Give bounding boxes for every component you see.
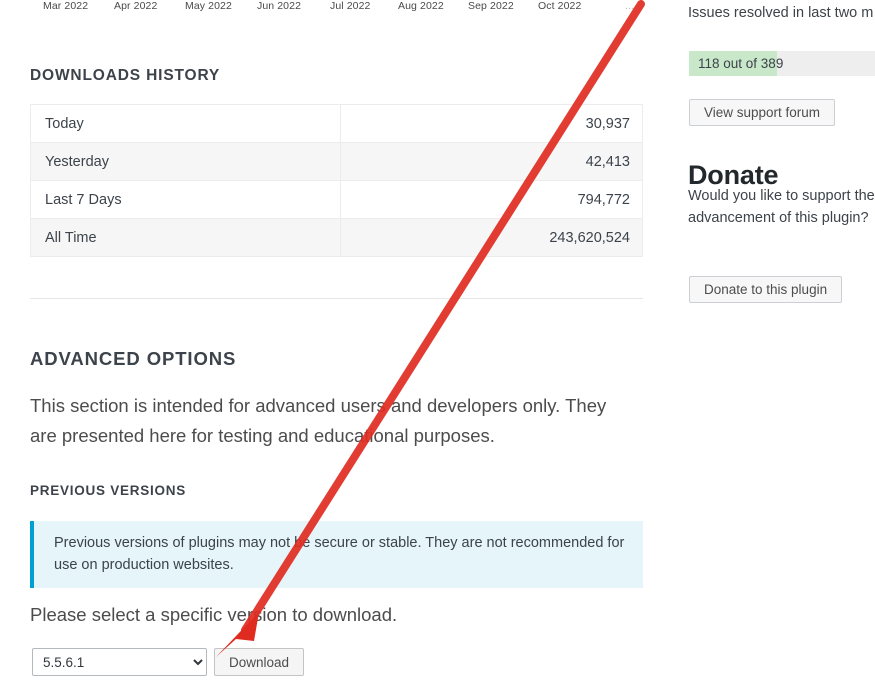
- previous-versions-heading: PREVIOUS VERSIONS: [30, 483, 187, 498]
- version-select[interactable]: 5.5.6.1: [32, 648, 207, 676]
- view-support-forum-button[interactable]: View support forum: [689, 99, 836, 126]
- issues-resolved-label: Issues resolved in last two m: [688, 5, 874, 21]
- advanced-options-heading: ADVANCED OPTIONS: [30, 348, 237, 369]
- download-button[interactable]: Download: [214, 648, 305, 676]
- downloads-history-heading: DOWNLOADS HISTORY: [30, 67, 221, 84]
- advanced-options-description: This section is intended for advanced us…: [30, 395, 607, 446]
- table-cell-value: 794,772: [340, 180, 643, 219]
- table-row: All Time 243,620,524: [30, 218, 643, 257]
- table-cell-label: All Time: [30, 218, 341, 257]
- table-row: Today 30,937: [30, 104, 643, 143]
- table-cell-label: Yesterday: [30, 142, 341, 181]
- issues-resolved-progress-text: 118 out of 389: [698, 56, 784, 71]
- section-divider: [30, 298, 643, 299]
- main-content-column: DOWNLOADS HISTORY Today 30,937 Yesterday…: [0, 0, 670, 698]
- donate-to-plugin-button[interactable]: Donate to this plugin: [689, 276, 843, 303]
- download-controls: 5.5.6.1 Download: [32, 648, 305, 676]
- table-cell-label: Last 7 Days: [30, 180, 341, 219]
- issues-resolved-progress-bar: 118 out of 389: [689, 51, 875, 76]
- donate-description: Would you like to support the advancemen…: [688, 188, 875, 226]
- table-cell-label: Today: [30, 104, 341, 143]
- table-cell-value: 42,413: [340, 142, 643, 181]
- table-row: Last 7 Days 794,772: [30, 180, 643, 219]
- previous-versions-notice: Previous versions of plugins may not be …: [30, 521, 643, 588]
- table-row: Yesterday 42,413: [30, 142, 643, 181]
- right-sidebar: Issues resolved in last two m 118 out of…: [688, 0, 875, 698]
- downloads-history-table: Today 30,937 Yesterday 42,413 Last 7 Day…: [30, 104, 643, 257]
- select-version-prompt: Please select a specific version to down…: [30, 604, 398, 625]
- table-cell-value: 30,937: [340, 104, 643, 143]
- table-cell-value: 243,620,524: [340, 218, 643, 257]
